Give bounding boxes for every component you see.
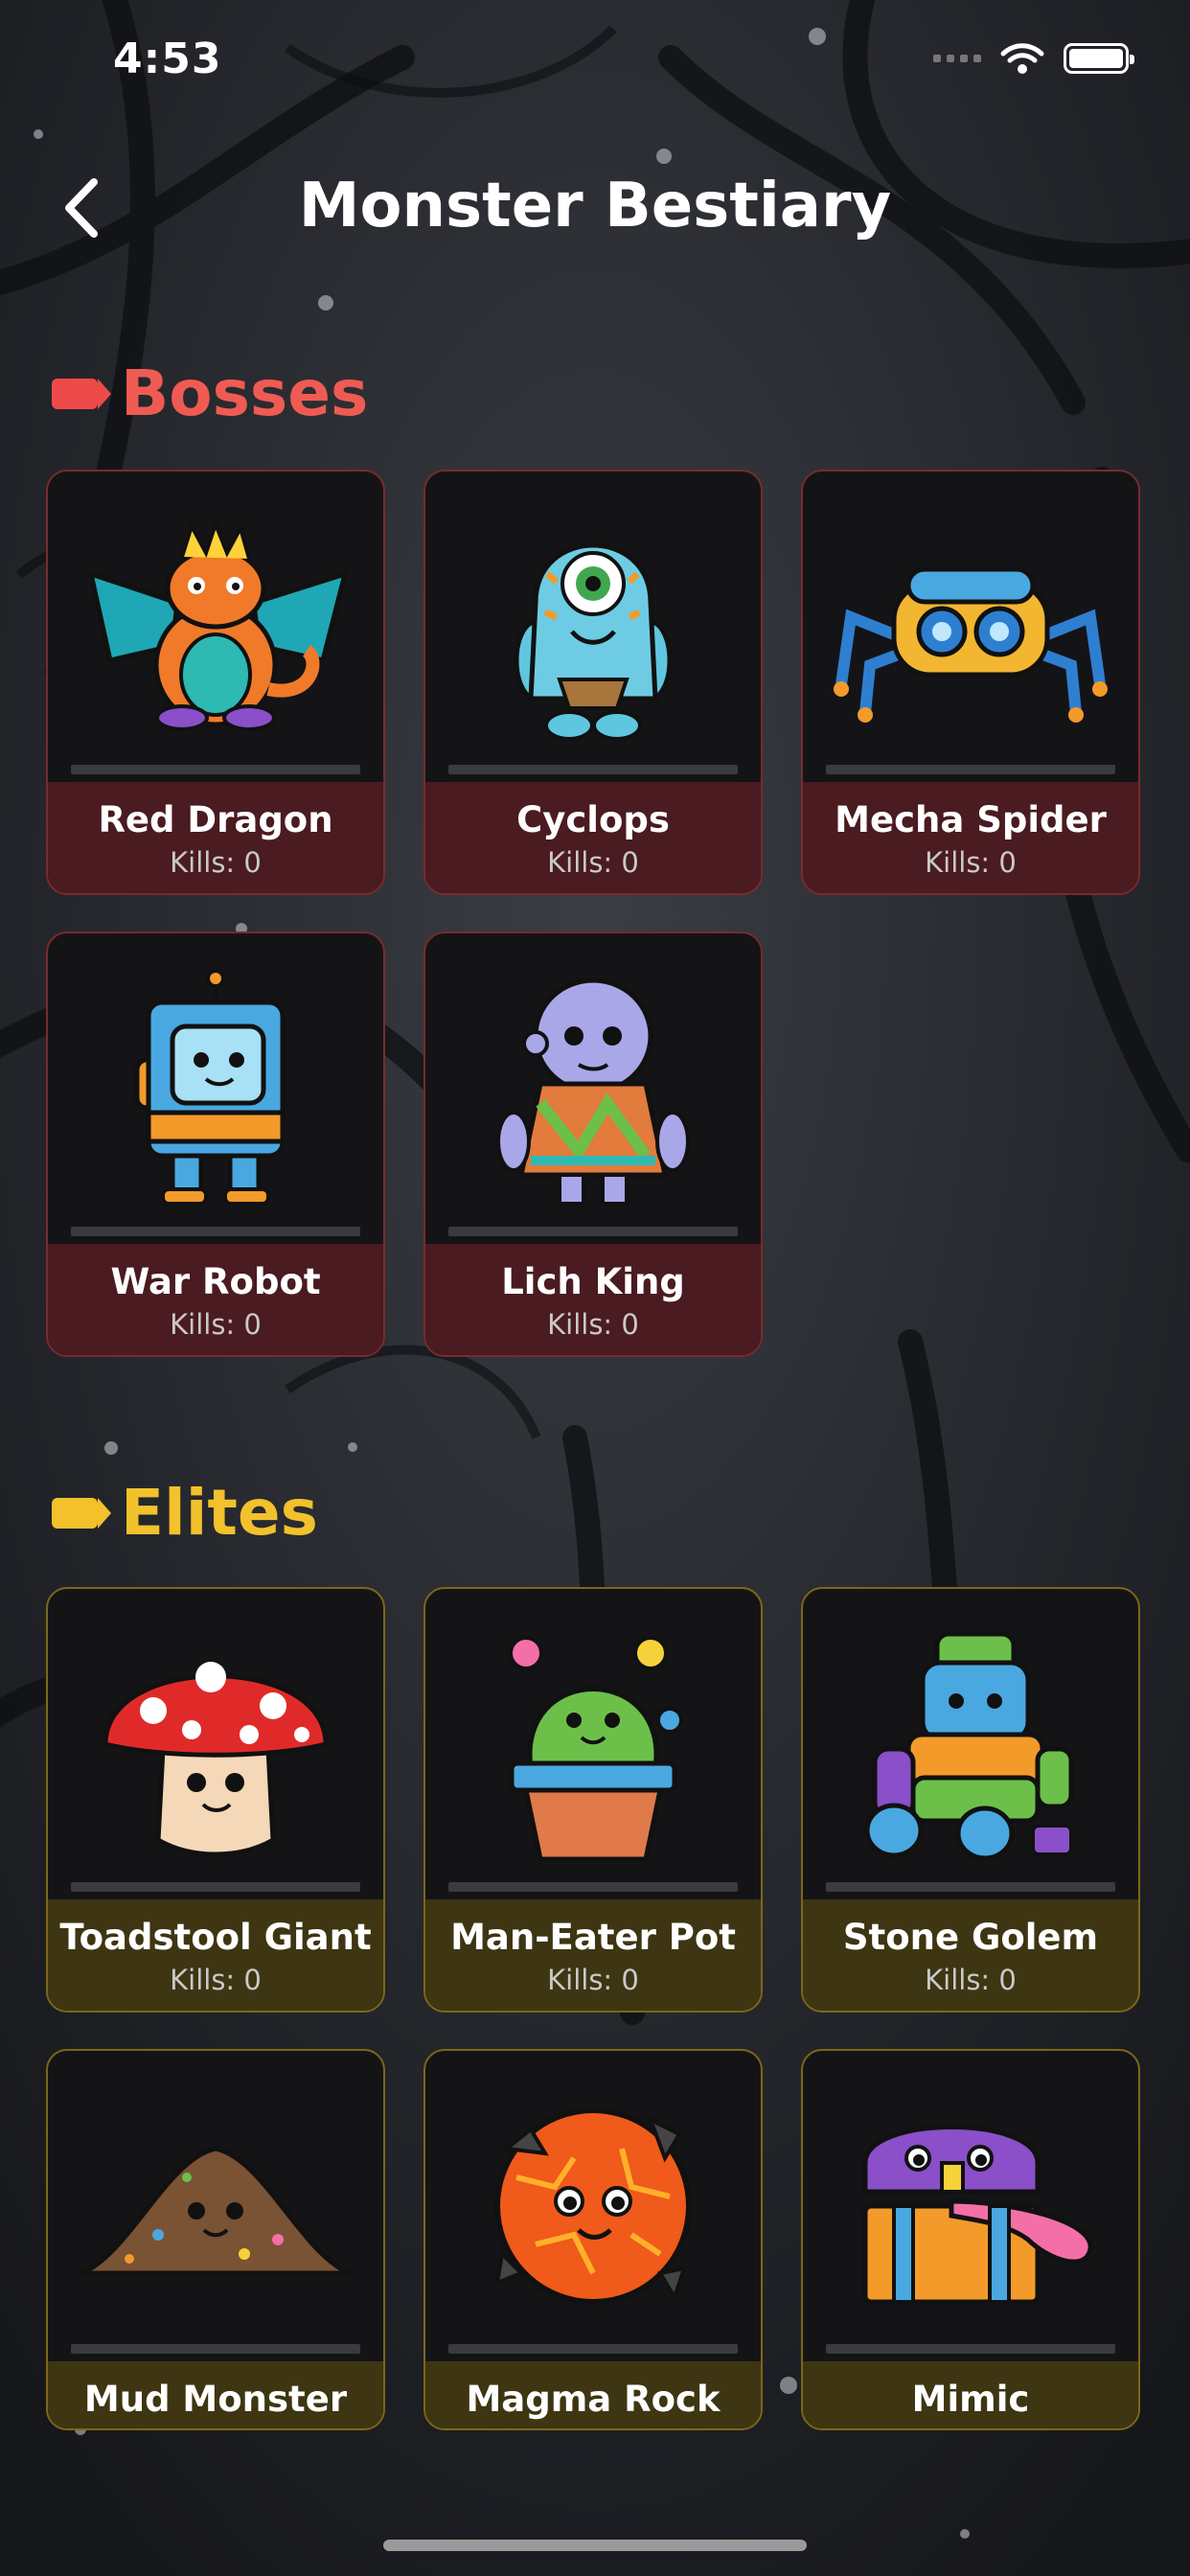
monster-info: Mimic (803, 2361, 1138, 2428)
progress-bar (448, 1882, 738, 1892)
wifi-icon (1000, 43, 1044, 74)
monster-info: Man-Eater Pot Kills: 0 (425, 1899, 761, 2011)
monster-card-war-robot[interactable]: War Robot Kills: 0 (46, 932, 385, 1357)
monster-info: Mud Monster (48, 2361, 383, 2428)
progress-bar (71, 1882, 360, 1892)
robot-icon (48, 933, 383, 1244)
monster-name: Mud Monster (83, 2379, 348, 2420)
monster-card-mud-monster[interactable]: Mud Monster (46, 2049, 385, 2430)
monster-name: Stone Golem (842, 1917, 1099, 1958)
monster-card-mimic[interactable]: Mimic (801, 2049, 1140, 2430)
section-title: Elites (121, 1476, 318, 1550)
section-title: Bosses (121, 356, 369, 430)
monster-info: Stone Golem Kills: 0 (803, 1899, 1138, 2011)
progress-bar (448, 765, 738, 774)
monster-card-magma-rock[interactable]: Magma Rock (423, 2049, 763, 2430)
mud-pile-icon (48, 2051, 383, 2361)
monster-card-lich-king[interactable]: Lich King Kills: 0 (423, 932, 763, 1357)
monster-name: War Robot (110, 1261, 321, 1302)
monster-name: Lich King (501, 1261, 685, 1302)
kill-count: Kills: 0 (170, 1308, 262, 1341)
tag-icon (52, 378, 111, 409)
monster-info: Mecha Spider Kills: 0 (803, 782, 1138, 893)
magma-rock-icon (425, 2051, 761, 2361)
monster-name: Toadstool Giant (59, 1917, 372, 1958)
monster-name: Mecha Spider (835, 799, 1107, 840)
section-header-bosses: Bosses (52, 356, 368, 430)
monster-info: War Robot Kills: 0 (48, 1244, 383, 1355)
monster-card-mecha-spider[interactable]: Mecha Spider Kills: 0 (801, 470, 1140, 895)
monster-info: Magma Rock (425, 2361, 761, 2428)
progress-bar (448, 2344, 738, 2354)
section-header-elites: Elites (52, 1476, 318, 1550)
cyclops-icon (425, 472, 761, 782)
kill-count: Kills: 0 (925, 846, 1017, 879)
monster-name: Mimic (911, 2379, 1030, 2420)
monster-name: Magma Rock (466, 2379, 721, 2420)
monster-info: Red Dragon Kills: 0 (48, 782, 383, 893)
kill-count: Kills: 0 (925, 1964, 1017, 1996)
home-indicator[interactable] (383, 2540, 807, 2551)
monster-card-cyclops[interactable]: Cyclops Kills: 0 (423, 470, 763, 895)
treasure-chest-icon (803, 2051, 1138, 2361)
status-icons (933, 42, 1134, 75)
golem-icon (803, 1589, 1138, 1899)
potted-cactus-icon (425, 1589, 761, 1899)
monster-name: Man-Eater Pot (450, 1917, 736, 1958)
kill-count: Kills: 0 (547, 846, 639, 879)
kill-count: Kills: 0 (547, 1964, 639, 1996)
monster-card-man-eater-pot[interactable]: Man-Eater Pot Kills: 0 (423, 1587, 763, 2012)
progress-bar (71, 1227, 360, 1236)
monster-name: Cyclops (516, 799, 670, 840)
monster-card-stone-golem[interactable]: Stone Golem Kills: 0 (801, 1587, 1140, 2012)
progress-bar (448, 1227, 738, 1236)
battery-icon (1064, 43, 1134, 74)
kill-count: Kills: 0 (170, 1964, 262, 1996)
monster-name: Red Dragon (98, 799, 333, 840)
progress-bar (71, 765, 360, 774)
status-time: 4:53 (113, 34, 222, 83)
progress-bar (826, 765, 1115, 774)
mushroom-icon (48, 1589, 383, 1899)
monster-info: Cyclops Kills: 0 (425, 782, 761, 893)
kill-count: Kills: 0 (170, 846, 262, 879)
dragon-icon (48, 472, 383, 782)
monster-info: Lich King Kills: 0 (425, 1244, 761, 1355)
progress-bar (826, 2344, 1115, 2354)
cellular-signal-icon (933, 55, 981, 62)
progress-bar (71, 2344, 360, 2354)
tag-icon (52, 1497, 111, 1529)
page-title: Monster Bestiary (298, 171, 892, 242)
kill-count: Kills: 0 (547, 1308, 639, 1341)
mecha-spider-icon (803, 472, 1138, 782)
monster-card-red-dragon[interactable]: Red Dragon Kills: 0 (46, 470, 385, 895)
monster-info: Toadstool Giant Kills: 0 (48, 1899, 383, 2011)
monster-card-toadstool-giant[interactable]: Toadstool Giant Kills: 0 (46, 1587, 385, 2012)
progress-bar (826, 1882, 1115, 1892)
lich-king-icon (425, 933, 761, 1244)
